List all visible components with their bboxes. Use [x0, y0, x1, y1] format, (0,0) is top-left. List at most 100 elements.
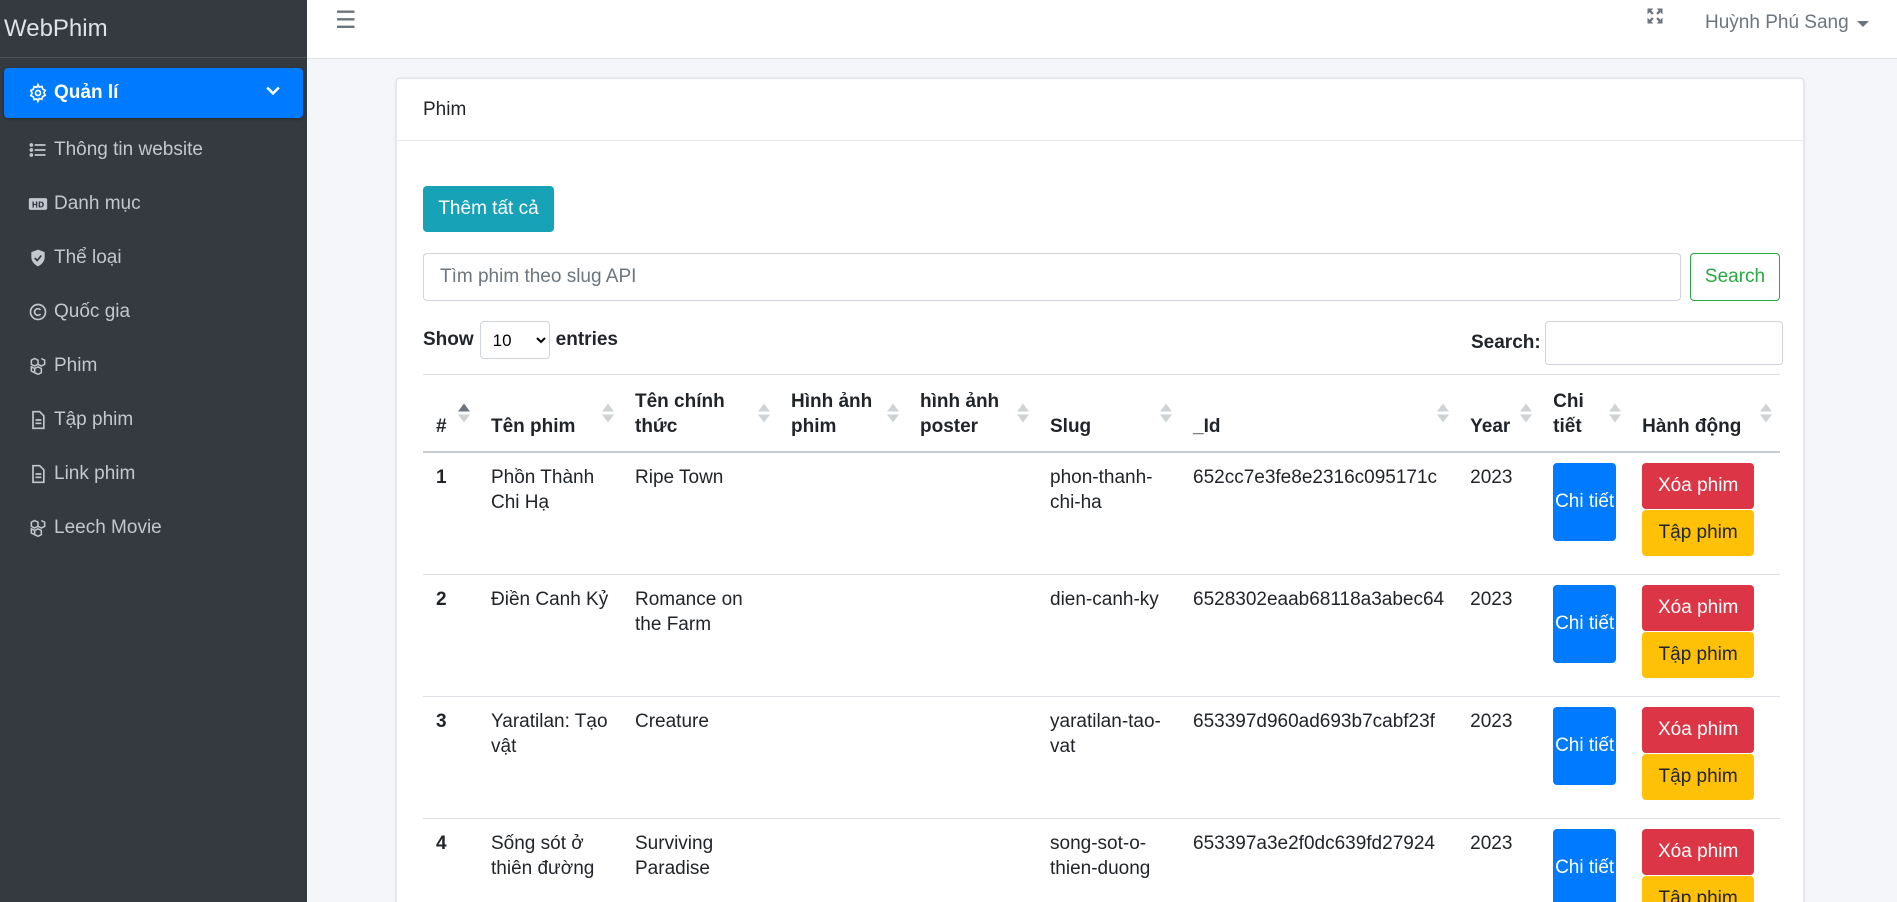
delete-movie-button[interactable]: Xóa phim	[1642, 706, 1755, 753]
movie-id: 6528302eaab68118a3abec64	[1180, 574, 1458, 697]
sidebar-item-label: Tập phim	[54, 409, 134, 430]
column-header[interactable]: Chi tiết	[1540, 374, 1630, 453]
slug-api-search-input[interactable]	[423, 253, 1681, 301]
top-navbar: ☰ Huỳnh Phú Sang	[307, 0, 1897, 59]
sort-icon	[1520, 403, 1533, 423]
delete-movie-button[interactable]: Xóa phim	[1642, 463, 1755, 509]
movie-id: 653397d960ad693b7cabf23f	[1180, 696, 1458, 819]
table-filter: Search:	[1471, 321, 1783, 365]
detail-button[interactable]: Chi tiết	[1553, 463, 1617, 541]
hd-icon: HD	[26, 192, 50, 216]
sidebar-item-label: Leech Movie	[54, 517, 162, 538]
api-search-button[interactable]: Search	[1690, 253, 1780, 301]
column-header[interactable]: #	[423, 374, 478, 453]
fullscreen-icon[interactable]	[1645, 6, 1665, 32]
movie-origin-name: Ripe Town	[622, 452, 778, 575]
episodes-button[interactable]: Tập phim	[1642, 631, 1755, 678]
detail-cell: Chi tiết	[1540, 452, 1630, 575]
movie-slug: dien-canh-ky	[1037, 574, 1180, 697]
column-header[interactable]: Tên chính thức	[622, 374, 778, 453]
detail-button[interactable]: Chi tiết	[1553, 828, 1617, 902]
movie-slug: phon-thanh-chi-ha	[1037, 452, 1180, 575]
movie-poster	[907, 696, 1037, 819]
column-header[interactable]: Slug	[1037, 374, 1180, 453]
gear-icon	[26, 81, 50, 105]
actions-cell: Xóa phim Tập phim	[1629, 818, 1780, 902]
brand-logo[interactable]: WebPhim	[0, 0, 307, 58]
table-header-row: # Tên phim Tên chính thức Hình ảnh phim …	[423, 374, 1780, 453]
file-icon	[26, 408, 50, 432]
movie-year: 2023	[1457, 696, 1541, 819]
movie-year: 2023	[1457, 574, 1541, 697]
sidebar-item-link-phim[interactable]: Link phim	[4, 448, 303, 500]
sidebar-item-label: Phim	[54, 355, 98, 376]
sidebar-item-quan-li[interactable]: Quản lí	[4, 68, 303, 118]
delete-movie-button[interactable]: Xóa phim	[1642, 828, 1755, 875]
column-header[interactable]: Hành động	[1629, 374, 1780, 453]
sidebar-item-label: Link phim	[54, 463, 136, 484]
column-header[interactable]: hình ảnh poster	[907, 374, 1037, 453]
movie-origin-name: Surviving Paradise	[622, 818, 778, 902]
sidebar-item-tap-phim[interactable]: Tập phim	[4, 394, 303, 446]
movie-origin-name: Romance on the Farm	[622, 574, 778, 697]
cubes-icon	[26, 354, 50, 378]
sort-icon	[1160, 403, 1172, 423]
sidebar: WebPhim Quản lí Thông tin website HD Dan…	[0, 0, 307, 902]
movie-year: 2023	[1457, 818, 1541, 902]
movie-name: Sống sót ở thiên đường	[478, 818, 622, 902]
detail-button[interactable]: Chi tiết	[1553, 584, 1617, 663]
movie-thumb	[778, 696, 907, 819]
column-header[interactable]: _Id	[1180, 374, 1458, 453]
column-header[interactable]: Year	[1457, 374, 1541, 453]
movie-year: 2023	[1457, 452, 1541, 575]
show-label: Show	[423, 329, 474, 350]
detail-cell: Chi tiết	[1540, 696, 1630, 819]
chevron-down-icon	[263, 80, 283, 106]
movie-origin-name: Creature	[622, 696, 778, 819]
sort-icon	[458, 403, 470, 423]
detail-cell: Chi tiết	[1540, 818, 1630, 902]
card-title: Phim	[397, 79, 1803, 141]
sidebar-item-danh-muc[interactable]: HD Danh mục	[4, 178, 303, 230]
column-header[interactable]: Tên phim	[478, 374, 622, 453]
sidebar-item-leech-movie[interactable]: Leech Movie	[4, 502, 303, 554]
sidebar-item-the-loai[interactable]: Thể loại	[4, 232, 303, 284]
sort-icon	[887, 403, 899, 423]
movie-poster	[907, 452, 1037, 575]
sidebar-item-label: Quản lí	[54, 82, 119, 103]
sidebar-item-phim[interactable]: Phim	[4, 340, 303, 392]
delete-movie-button[interactable]: Xóa phim	[1642, 584, 1755, 631]
column-header[interactable]: Hình ảnh phim	[778, 374, 907, 453]
sort-icon	[758, 403, 770, 423]
sort-icon	[602, 403, 614, 423]
page-length-select[interactable]: 10	[479, 321, 550, 359]
cubes-icon	[26, 516, 50, 540]
user-menu[interactable]: Huỳnh Phú Sang	[1705, 12, 1869, 34]
episodes-button[interactable]: Tập phim	[1642, 510, 1755, 556]
row-index: 2	[423, 574, 478, 697]
episodes-button[interactable]: Tập phim	[1642, 753, 1755, 800]
sidebar-item-label: Thể loại	[54, 247, 122, 268]
movie-id: 653397a3e2f0dc639fd27924	[1180, 818, 1458, 902]
table-row: 3 Yaratilan: Tạo vật Creature yaratilan-…	[423, 696, 1780, 819]
add-all-button[interactable]: Thêm tất cả	[423, 186, 554, 232]
table-search-input[interactable]	[1544, 321, 1783, 365]
detail-button[interactable]: Chi tiết	[1553, 706, 1617, 785]
sidebar-nav: Quản lí Thông tin website HD Danh mục Th…	[0, 58, 307, 554]
user-name: Huỳnh Phú Sang	[1705, 12, 1849, 33]
hamburger-menu-icon[interactable]: ☰	[335, 6, 357, 35]
sidebar-item-quoc-gia[interactable]: Quốc gia	[4, 286, 303, 338]
sidebar-item-label: Quốc gia	[54, 301, 131, 322]
sidebar-item-thong-tin-website[interactable]: Thông tin website	[4, 124, 303, 176]
row-index: 4	[423, 818, 478, 902]
episodes-button[interactable]: Tập phim	[1642, 875, 1755, 902]
movie-name: Phồn Thành Chi Hạ	[478, 452, 622, 575]
shield-icon	[26, 246, 50, 270]
movie-id: 652cc7e3fe8e2316c095171c	[1180, 452, 1458, 575]
entries-label: entries	[555, 329, 618, 350]
table-row: 1 Phồn Thành Chi Hạ Ripe Town phon-thanh…	[423, 452, 1780, 575]
file-icon	[26, 462, 50, 486]
actions-cell: Xóa phim Tập phim	[1629, 696, 1780, 819]
movie-poster	[907, 574, 1037, 697]
movie-slug: yaratilan-tao-vat	[1037, 696, 1180, 819]
